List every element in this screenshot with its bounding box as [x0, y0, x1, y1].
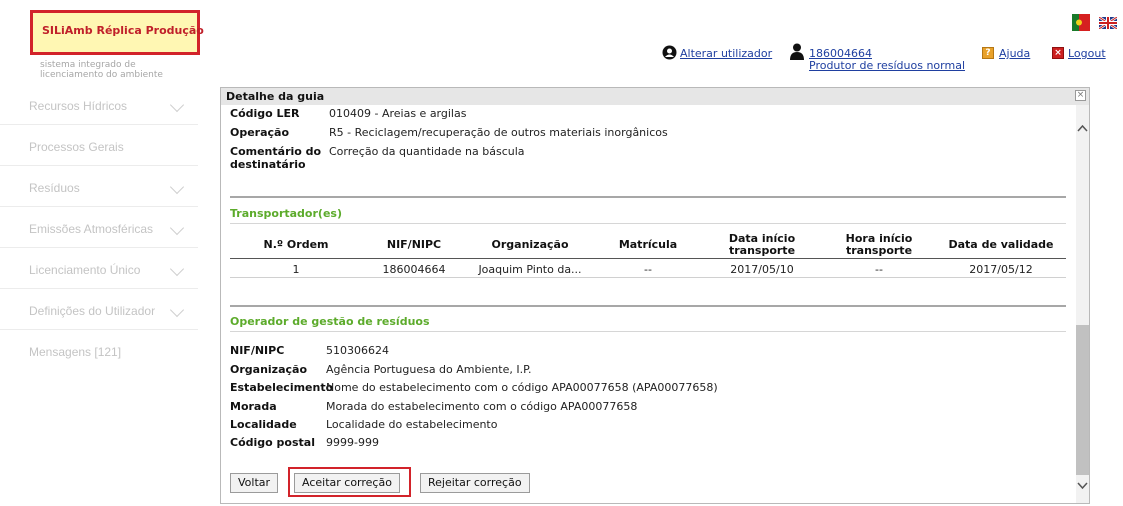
column-header-hora-inicio-line2: transporte: [845, 244, 913, 257]
field-label-comentario-line2: destinatário: [230, 158, 306, 171]
field-label-codigo-ler: Código LER: [230, 107, 300, 120]
field-label-comentario: Comentário do destinatário: [230, 145, 321, 171]
sidebar-item-processos-gerais[interactable]: Processos Gerais: [0, 125, 198, 166]
field-label-morada: Morada: [230, 400, 277, 413]
field-value-estabelecimento: Nome do estabelecimento com o código APA…: [326, 381, 718, 394]
modal-title: Detalhe da guia: [221, 88, 1089, 105]
cell-organizacao: Joaquim Pinto da...: [478, 263, 582, 276]
field-value-operacao: R5 - Reciclagem/recuperação de outros ma…: [329, 126, 668, 139]
section-divider: [230, 196, 1066, 198]
field-value-codigo-ler: 010409 - Areias e argilas: [329, 107, 467, 120]
sidebar-item-definicoes-utilizador[interactable]: Definições do Utilizador: [0, 289, 198, 330]
field-value-morada: Morada do estabelecimento com o código A…: [326, 400, 638, 413]
sidebar-item-emissoes-atmosfericas[interactable]: Emissões Atmosféricas: [0, 207, 198, 248]
column-header-ordem: N.º Ordem: [263, 238, 329, 251]
help-link[interactable]: Ajuda: [999, 47, 1030, 60]
sidebar-item-label: Licenciamento Único: [29, 263, 141, 277]
field-label-codigo-postal: Código postal: [230, 436, 315, 449]
sidebar-item-label: Processos Gerais: [29, 140, 124, 154]
column-header-hora-inicio: Hora início transporte: [822, 233, 936, 257]
user-switch-icon[interactable]: [662, 45, 677, 63]
field-value-codigo-postal: 9999-999: [326, 436, 379, 449]
sidebar-item-label: Mensagens [121]: [29, 345, 122, 359]
chevron-down-icon: [169, 179, 185, 195]
cell-hora-inicio: --: [875, 263, 883, 276]
field-label-localidade: Localidade: [230, 418, 297, 431]
cell-nif: 186004664: [382, 263, 446, 276]
field-label-nif: NIF/NIPC: [230, 344, 285, 357]
user-icon: [790, 43, 804, 63]
logo-subtitle-line2: licenciamento do ambiente: [40, 70, 163, 80]
accept-correction-button[interactable]: Aceitar correção: [294, 473, 400, 493]
chevron-down-icon: [169, 261, 185, 277]
sidebar-item-label: Definições do Utilizador: [29, 304, 156, 318]
scrollbar-thumb[interactable]: [1076, 325, 1089, 475]
change-user-link[interactable]: Alterar utilizador: [680, 47, 772, 60]
chevron-down-icon: [169, 220, 185, 236]
field-value-localidade: Localidade do estabelecimento: [326, 418, 498, 431]
field-label-organizacao: Organização: [230, 363, 307, 376]
section-title-operador: Operador de gestão de resíduos: [230, 315, 430, 328]
table-row-border: [230, 277, 1066, 278]
logout-icon[interactable]: ×: [1052, 47, 1064, 59]
user-role-link[interactable]: Produtor de resíduos normal: [809, 59, 965, 72]
cell-data-inicio: 2017/05/10: [730, 263, 794, 276]
section-underline: [230, 223, 1066, 224]
app-logo-title: SILiAmb Réplica Produção: [42, 24, 204, 37]
sidebar-item-label: Resíduos: [29, 181, 80, 195]
sidebar-item-recursos-hidricos[interactable]: Recursos Hídricos: [0, 84, 198, 125]
field-label-operacao: Operação: [230, 126, 290, 139]
field-value-organizacao: Agência Portuguesa do Ambiente, I.P.: [326, 363, 532, 376]
scroll-down-icon[interactable]: [1077, 480, 1088, 493]
logo-subtitle-line1: sistema integrado de: [40, 60, 136, 70]
uk-flag-icon[interactable]: [1099, 17, 1117, 29]
section-underline: [230, 331, 1066, 332]
sidebar-item-label: Emissões Atmosféricas: [29, 222, 154, 236]
guide-detail-modal: Detalhe da guia × Código LER 010409 - Ar…: [220, 87, 1090, 504]
field-label-estabelecimento: Estabelecimento: [230, 381, 334, 394]
table-row[interactable]: 1 186004664 Joaquim Pinto da... -- 2017/…: [230, 261, 1066, 277]
logout-link[interactable]: Logout: [1068, 47, 1106, 60]
cell-validade: 2017/05/12: [969, 263, 1033, 276]
section-divider: [230, 305, 1066, 307]
column-header-nif: NIF/NIPC: [386, 238, 442, 251]
back-button[interactable]: Voltar: [230, 473, 279, 493]
scroll-up-icon[interactable]: [1077, 122, 1088, 135]
chevron-down-icon: [169, 97, 185, 113]
sidebar-item-residuos[interactable]: Resíduos: [0, 166, 198, 207]
cell-matricula: --: [644, 263, 652, 276]
field-value-comentario: Correção da quantidade na báscula: [329, 145, 525, 158]
field-label-comentario-line1: Comentário do: [230, 145, 322, 158]
sidebar: Recursos Hídricos Processos Gerais Resíd…: [0, 84, 198, 371]
sidebar-item-label: Recursos Hídricos: [29, 99, 128, 113]
sidebar-item-mensagens[interactable]: Mensagens [121]: [0, 330, 198, 371]
chevron-down-icon: [169, 302, 185, 318]
column-header-data-inicio: Data início transporte: [702, 233, 822, 257]
sidebar-item-licenciamento-unico[interactable]: Licenciamento Único: [0, 248, 198, 289]
table-header-border: [230, 258, 1066, 259]
portugal-flag-icon[interactable]: [1072, 14, 1090, 31]
reject-correction-button[interactable]: Rejeitar correção: [420, 473, 530, 493]
column-header-data-inicio-line2: transporte: [728, 244, 796, 257]
column-header-matricula: Matrícula: [618, 238, 678, 251]
cell-ordem: 1: [292, 263, 300, 276]
column-header-validade: Data de validade: [948, 238, 1054, 251]
field-value-nif: 510306624: [326, 344, 389, 357]
section-title-transportadores: Transportador(es): [230, 207, 342, 220]
close-icon[interactable]: ×: [1075, 90, 1086, 101]
column-header-organizacao: Organização: [491, 238, 569, 251]
app-logo-subtitle: sistema integrado de licenciamento do am…: [40, 60, 190, 80]
help-icon[interactable]: ?: [982, 47, 994, 59]
